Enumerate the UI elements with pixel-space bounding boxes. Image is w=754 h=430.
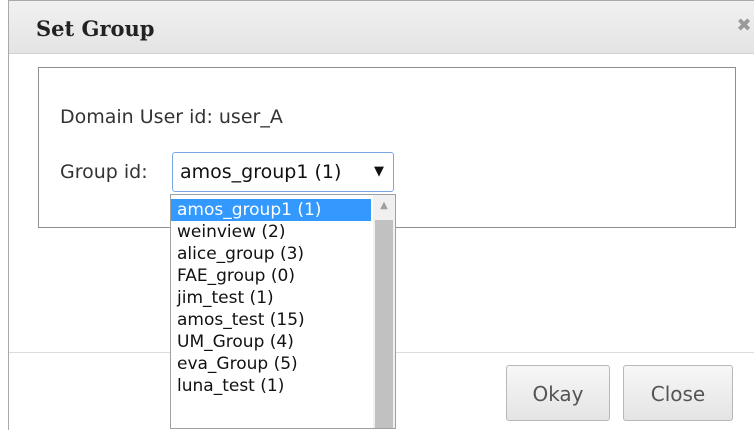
dropdown-option[interactable]: jim_test (1) <box>171 287 371 309</box>
dropdown-option[interactable]: UM_Group (4) <box>171 331 371 353</box>
okay-button[interactable]: Okay <box>506 365 610 421</box>
group-id-select-value: amos_group1 (1) <box>180 161 342 183</box>
close-icon[interactable]: ✖ <box>735 15 753 36</box>
scroll-up-arrow-icon[interactable]: ▲ <box>373 195 395 217</box>
dropdown-arrow-icon: ▼ <box>374 164 384 179</box>
scrollbar-thumb[interactable] <box>375 220 393 428</box>
close-button[interactable]: Close <box>623 365 733 421</box>
dropdown-option[interactable]: amos_test (15) <box>171 309 371 331</box>
group-id-label: Group id: <box>60 161 148 183</box>
dropdown-option[interactable]: FAE_group (0) <box>171 265 371 287</box>
domain-user-id-text: Domain User id: user_A <box>60 106 283 128</box>
dropdown-option[interactable]: eva_Group (5) <box>171 353 371 375</box>
dropdown-option[interactable]: alice_group (3) <box>171 243 371 265</box>
dropdown-scrollbar[interactable]: ▲ <box>373 195 395 428</box>
group-id-select[interactable]: amos_group1 (1) ▼ <box>172 152 394 192</box>
dropdown-option[interactable]: amos_group1 (1) <box>171 199 371 221</box>
dropdown-option[interactable]: weinview (2) <box>171 221 371 243</box>
dropdown-option[interactable]: luna_test (1) <box>171 375 371 397</box>
dialog-title: Set Group <box>36 16 155 41</box>
dialog-titlebar[interactable]: Set Group ✖ <box>9 1 754 54</box>
group-id-dropdown-list[interactable]: amos_group1 (1) weinview (2) alice_group… <box>170 194 396 429</box>
